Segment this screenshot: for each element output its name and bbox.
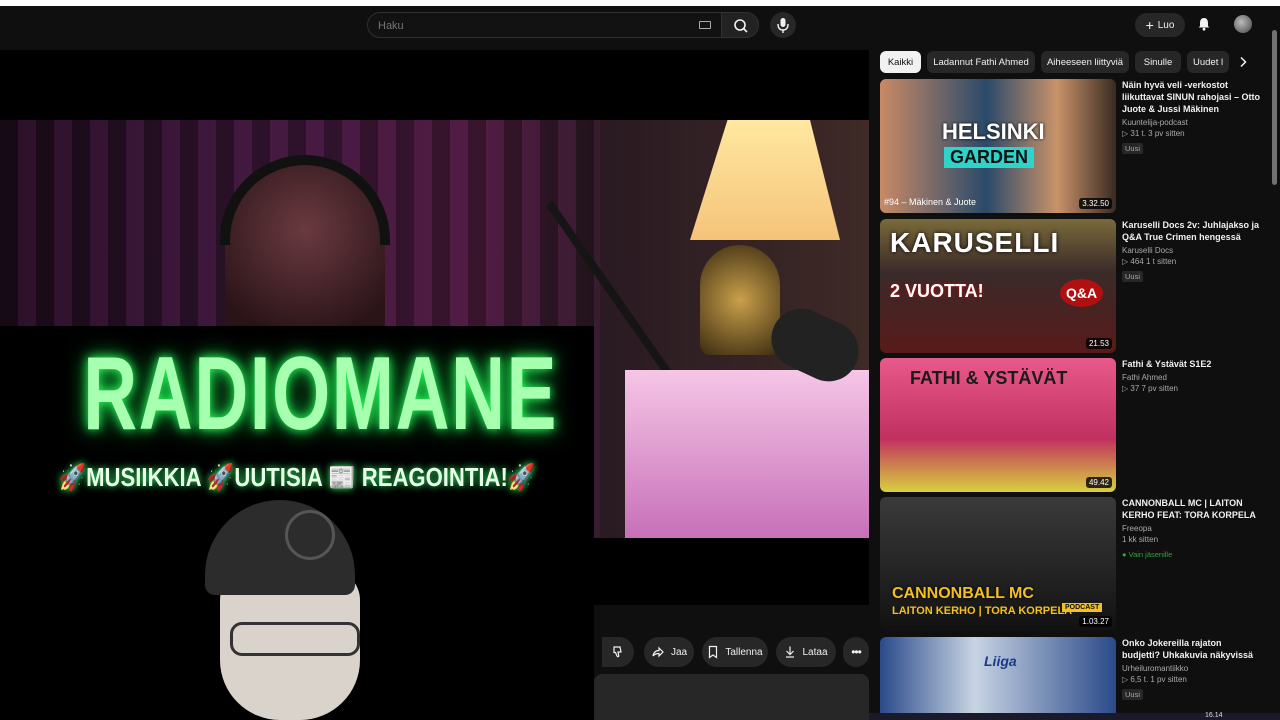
lamp-base [700, 245, 780, 355]
video-meta: ▷ 464 1 t sitten [1122, 257, 1177, 266]
video-actions-row: Jaa Tallenna Lataa ••• [594, 637, 869, 667]
video-thumbnail[interactable]: HELSINKI GARDEN #94 – Mäkinen & Juote 3.… [880, 79, 1116, 213]
video-info: Fathi & Ystävät S1E2 Fathi Ahmed ▷ 37 7 … [1122, 358, 1262, 393]
download-label: Lataa [802, 646, 828, 658]
dislike-button[interactable] [602, 637, 634, 667]
lamp-shade [690, 120, 840, 240]
new-badge: Uusi [1122, 143, 1144, 154]
filter-chips: Kaikki Ladannut Fathi Ahmed Aiheeseen li… [880, 51, 1260, 73]
channel-name[interactable]: Freeopa [1122, 524, 1262, 533]
video-thumbnail[interactable]: FATHI & YSTÄVÄT 49.42 [880, 358, 1116, 492]
channel-name[interactable]: Karuselli Docs [1122, 246, 1262, 255]
members-only-badge: ● Vain jäsenille [1122, 550, 1173, 559]
video-info: Karuselli Docs 2v: Juhlajakso ja Q&A Tru… [1122, 219, 1262, 284]
video-title[interactable]: Onko Jokereilla rajaton budjetti? Uhkaku… [1122, 637, 1262, 661]
video-info: Onko Jokereilla rajaton budjetti? Uhkaku… [1122, 637, 1262, 702]
video-info: CANNONBALL MC | LAITON KERHO FEAT: TORA … [1122, 497, 1262, 562]
avatar-cap [205, 500, 355, 595]
top-header: + Luo [0, 0, 1280, 50]
channel-name[interactable]: Kuuntelija-podcast [1122, 118, 1262, 127]
overlay-tagline: 🚀MUSIIKKIA 🚀UUTISIA 📰 REAGOINTIA!🚀 [58, 462, 536, 492]
more-horizontal-icon: ••• [851, 645, 862, 659]
video-title[interactable]: Karuselli Docs 2v: Juhlajakso ja Q&A Tru… [1122, 219, 1262, 243]
keyboard-icon[interactable] [699, 21, 711, 29]
cap-logo-icon [285, 510, 335, 560]
recommended-video[interactable]: FATHI & YSTÄVÄT 49.42 Fathi & Ystävät S1… [880, 358, 1265, 492]
overlay-title: RADIOMANE [83, 336, 558, 452]
video-meta: ▷ 6,5 t. 1 pv sitten [1122, 675, 1187, 684]
download-icon [786, 646, 795, 658]
video-title[interactable]: CANNONBALL MC | LAITON KERHO FEAT: TORA … [1122, 497, 1262, 521]
thumbnail-text: Liiga [984, 653, 1017, 669]
voice-search-button[interactable] [770, 12, 796, 38]
video-duration: 49.42 [1085, 477, 1112, 488]
search-button[interactable] [721, 12, 759, 38]
streamer-avatar-illustration [185, 500, 385, 720]
video-meta: ▷ 37 7 pv sitten [1122, 384, 1178, 393]
account-avatar[interactable] [1234, 15, 1252, 33]
avatar-glasses [230, 622, 360, 656]
chip-for-you[interactable]: Sinulle [1135, 51, 1181, 73]
new-badge: Uusi [1122, 271, 1144, 282]
members-only-label: Vain jäsenille [1128, 550, 1173, 559]
video-meta: ▷ 31 t. 3 pv sitten [1122, 129, 1185, 138]
plus-icon: + [1145, 17, 1154, 33]
video-meta: 1 kk sitten [1122, 535, 1159, 544]
chevron-right-icon[interactable] [1236, 55, 1250, 69]
recommended-video[interactable]: HELSINKI GARDEN #94 – Mäkinen & Juote 3.… [880, 79, 1265, 213]
youtube-watch-page: + Luo RADIOMANE 🚀MUSIIKKIA 🚀UUTISIA 📰 RE… [0, 0, 1280, 720]
scrollbar-thumb[interactable] [1272, 30, 1277, 185]
chip-new[interactable]: Uudet l [1187, 51, 1229, 73]
video-duration: 21.53 [1085, 338, 1112, 349]
save-button[interactable]: Tallenna [702, 637, 768, 667]
recommended-video[interactable]: KARUSELLI 2 VUOTTA! Q&A 21.53 Karuselli … [880, 219, 1265, 353]
save-label: Tallenna [725, 646, 763, 658]
search-box[interactable] [367, 12, 722, 38]
video-thumbnail[interactable]: KARUSELLI 2 VUOTTA! Q&A 21.53 [880, 219, 1116, 353]
thumbnail-text: GARDEN [944, 147, 1035, 168]
video-thumbnail[interactable]: Liiga [880, 637, 1116, 713]
new-badge: Uusi [1122, 689, 1144, 700]
thumbnail-caption: PODCAST [1062, 603, 1103, 612]
channel-name[interactable]: Fathi Ahmed [1122, 373, 1262, 382]
thumbnail-text: 2 VUOTTA! [890, 281, 984, 301]
notifications-bell-icon[interactable] [1196, 16, 1212, 32]
share-label: Jaa [670, 646, 688, 658]
thumbnail-text: FATHI & YSTÄVÄT [910, 368, 1068, 388]
channel-name[interactable]: Urheiluromantiikko [1122, 664, 1262, 673]
create-label: Luo [1157, 19, 1175, 31]
thumbnail-text: LAITON KERHO | TORA KORPELA [892, 605, 1073, 617]
search-icon [734, 19, 748, 33]
chip-uploaded-by[interactable]: Ladannut Fathi Ahmed [927, 51, 1035, 73]
video-title[interactable]: Fathi & Ystävät S1E2 [1122, 358, 1262, 370]
chip-all[interactable]: Kaikki [880, 51, 921, 73]
create-button[interactable]: + Luo [1135, 13, 1185, 37]
video-info: Näin hyvä veli -verkostot liikuttavat SI… [1122, 79, 1262, 156]
microphone-icon [777, 18, 789, 33]
side-table [625, 370, 869, 538]
video-title[interactable]: Näin hyvä veli -verkostot liikuttavat SI… [1122, 79, 1262, 115]
share-button[interactable]: Jaa [644, 637, 694, 667]
thumbnail-text: KARUSELLI [890, 227, 1060, 258]
video-thumbnail[interactable]: CANNONBALL MC LAITON KERHO | TORA KORPEL… [880, 497, 1116, 631]
recommended-video[interactable]: Liiga Onko Jokereilla rajaton budjetti? … [880, 637, 1265, 713]
browser-top-strip [0, 0, 1280, 6]
thumbs-down-icon [613, 646, 622, 658]
system-clock: 16.14 [1205, 712, 1223, 719]
video-duration: 3.32.50 [1079, 198, 1112, 209]
search-input[interactable] [378, 17, 678, 35]
video-duration: 1.03.27 [1079, 616, 1112, 627]
bookmark-icon [709, 645, 718, 659]
thumbnail-text: CANNONBALL MC [892, 585, 1034, 602]
thumbnail-caption: #94 – Mäkinen & Juote [884, 197, 977, 207]
more-actions-button[interactable]: ••• [843, 637, 869, 667]
chip-related[interactable]: Aiheeseen liittyviä [1041, 51, 1129, 73]
recommended-video[interactable]: CANNONBALL MC LAITON KERHO | TORA KORPEL… [880, 497, 1265, 631]
download-button[interactable]: Lataa [776, 637, 836, 667]
thumbnail-text: HELSINKI [942, 119, 1045, 144]
thumbnail-caption: Q&A [1060, 279, 1104, 307]
share-icon [652, 646, 664, 658]
description-box[interactable] [594, 674, 869, 720]
